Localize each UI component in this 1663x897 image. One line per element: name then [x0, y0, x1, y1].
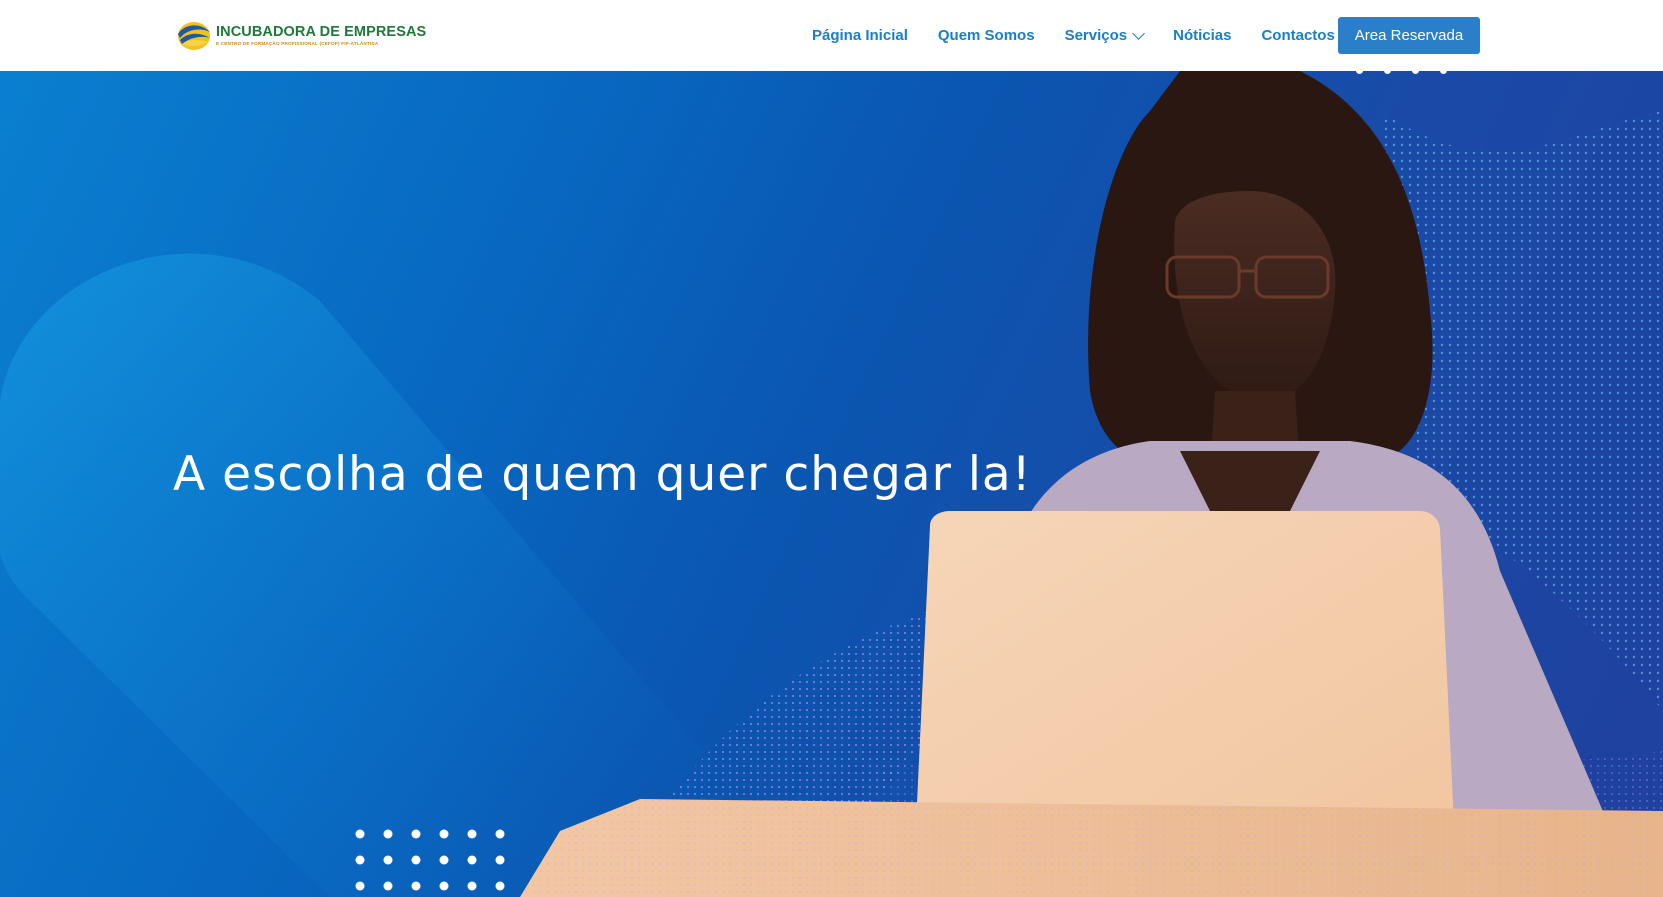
- nav-item-contactos[interactable]: Contactos: [1261, 27, 1334, 44]
- site-header: INCUBADORA DE EMPRESAS E CENTRO DE FORMA…: [0, 0, 1663, 71]
- nav-item-noticias[interactable]: Nóticias: [1173, 27, 1231, 44]
- logo-mark-icon: [178, 22, 210, 50]
- hero-headline: A escolha de quem quer chegar la!: [173, 447, 1032, 503]
- nav-item-label: Serviços: [1064, 27, 1128, 44]
- logo-subtitle: E CENTRO DE FORMAÇÃO PROFISSIONAL (CEFOP…: [216, 40, 379, 46]
- nav-item-label: Página Inicial: [812, 27, 908, 44]
- area-reservada-button[interactable]: Area Reservada: [1338, 17, 1480, 54]
- hero-banner: A escolha de quem quer chegar la!: [0, 71, 1663, 897]
- slider-dot[interactable]: [1356, 67, 1363, 74]
- slider-dot[interactable]: [1440, 67, 1447, 74]
- slider-dot[interactable]: [1384, 67, 1391, 74]
- chevron-down-icon: [1132, 26, 1145, 40]
- nav-item-label: Quem Somos: [937, 27, 1035, 44]
- main-nav: Página Inicial Quem Somos Serviços Nótic…: [812, 0, 1365, 71]
- slider-dot[interactable]: [1412, 67, 1419, 74]
- nav-item-label: Contactos: [1261, 27, 1335, 44]
- nav-item-quem-somos[interactable]: Quem Somos: [938, 27, 1035, 44]
- nav-item-pagina-inicial[interactable]: Página Inicial: [812, 27, 908, 44]
- slider-dots: [1356, 67, 1468, 74]
- nav-item-label: Nóticias: [1173, 27, 1232, 44]
- site-logo[interactable]: INCUBADORA DE EMPRESAS E CENTRO DE FORMA…: [176, 19, 426, 53]
- nav-item-servicos[interactable]: Serviços: [1064, 26, 1145, 44]
- logo-title: INCUBADORA DE EMPRESAS: [216, 24, 427, 41]
